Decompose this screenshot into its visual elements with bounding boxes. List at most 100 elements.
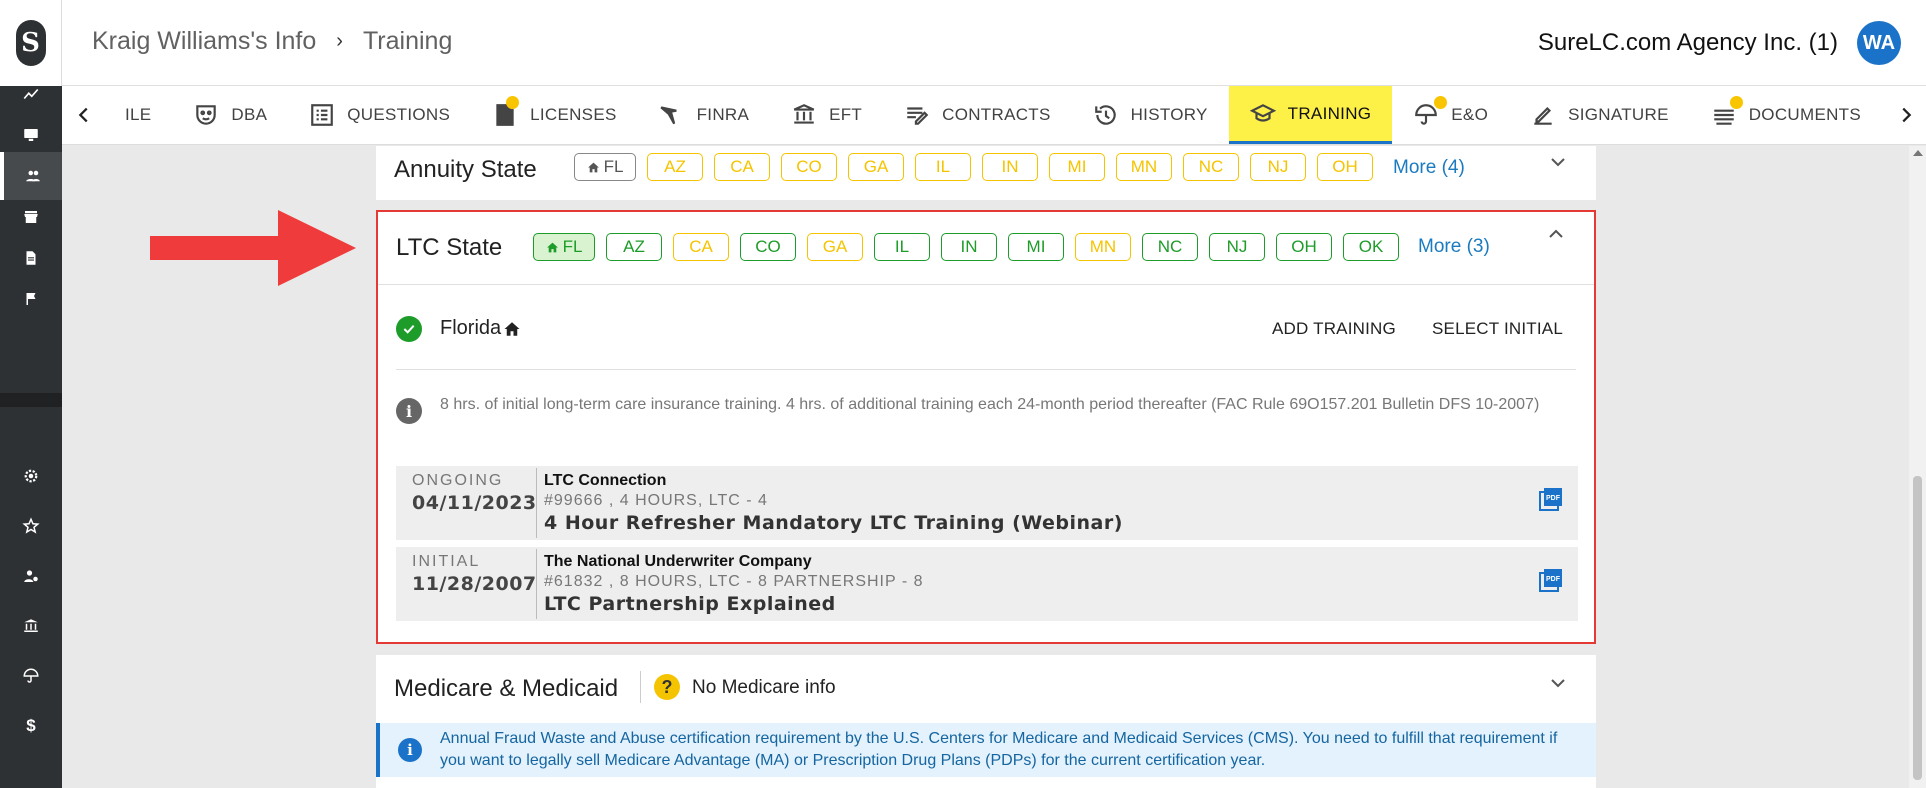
tab-training[interactable]: TRAINING [1228,86,1393,144]
training-row[interactable]: ONGOING 04/11/2023 LTC Connection #99666… [396,466,1578,540]
chevron-down-icon [1551,679,1565,688]
state-chip[interactable]: NC [1183,153,1239,181]
history-icon [1094,105,1116,125]
dollar-icon: $ [26,716,36,735]
state-chip[interactable]: CA [673,233,729,261]
edit-lines-icon [907,107,929,125]
tab-eft[interactable]: EFT [770,86,883,144]
scroll-up-icon[interactable] [1913,150,1923,156]
state-chip[interactable]: OH [1276,233,1332,261]
expand-button[interactable] [1550,675,1566,688]
state-chip[interactable]: MI [1008,233,1064,261]
expand-button[interactable] [1550,154,1566,167]
tab-scroll-right-button[interactable] [1886,86,1926,144]
tab-questions[interactable]: QUESTIONS [288,86,471,144]
state-chip[interactable]: CO [740,233,796,261]
rail-bank[interactable] [0,602,62,650]
state-chip[interactable]: NC [1142,233,1198,261]
chevron-right-icon [1902,107,1912,123]
ltc-more-link[interactable]: More (3) [1418,236,1490,258]
pen-icon [1534,106,1552,125]
state-chip[interactable]: CO [781,153,837,181]
tab-scroll-left-button[interactable] [64,86,104,144]
tab-documents[interactable]: DOCUMENTS [1690,86,1882,144]
mask-icon [196,105,217,125]
monitor-icon [24,129,38,141]
home-icon [504,321,520,336]
state-chip-home[interactable]: FL [574,153,636,181]
course-title: 4 Hour Refresher Mandatory LTC Training … [544,512,1123,534]
rail-umbrella[interactable] [0,652,62,700]
breadcrumb: Kraig Williams's Info › Training [92,27,452,56]
gear-icon [24,469,38,483]
tab-e-and-o[interactable]: E&O [1392,86,1509,144]
analytics-icon [23,88,39,100]
tab-profile[interactable]: ILE [107,86,172,144]
collapse-button[interactable] [1548,226,1564,238]
breadcrumb-chevron-icon: › [336,30,343,52]
state-chip[interactable]: OK [1343,233,1399,261]
tab-label: TRAINING [1287,103,1372,123]
store-icon [24,211,38,223]
scroll-thumb[interactable] [1913,476,1922,780]
rail-flag[interactable] [0,275,62,323]
state-chip[interactable]: MI [1049,153,1105,181]
state-chip-home[interactable]: FL [533,233,595,261]
state-chip[interactable]: MN [1116,153,1172,181]
training-row[interactable]: INITIAL 11/28/2007 The National Underwri… [396,547,1578,621]
tab-label: E&O [1451,105,1489,124]
state-chip[interactable]: NJ [1250,153,1306,181]
state-chip[interactable]: GA [807,233,863,261]
user-gear-icon [24,570,38,582]
state-chip[interactable]: IN [982,153,1038,181]
tab-finra[interactable]: FINRA [638,86,771,144]
tab-label: CONTRACTS [942,105,1051,124]
select-initial-button[interactable]: SELECT INITIAL [1432,319,1563,339]
training-status: INITIAL [412,553,481,570]
tab-licenses[interactable]: LICENSES [471,86,638,144]
tab-dba[interactable]: DBA [172,86,288,144]
flag-icon [26,293,36,305]
chip-label: FL [562,237,583,256]
question-icon: ? [654,674,680,700]
tab-strip: ILE DBA QUESTIONS LICENSES FINRA EFT CON… [107,86,1926,144]
state-chip[interactable]: AZ [647,153,703,181]
rail-commissions[interactable]: $ [0,702,62,750]
divider [378,284,1594,285]
agency-name[interactable]: SureLC.com Agency Inc. (1) [1538,29,1838,57]
document-icon [26,251,36,265]
rail-settings[interactable] [0,452,62,500]
training-meta: #99666 , 4 HOURS, LTC - 4 [544,492,768,509]
chevron-left-icon [78,107,88,123]
home-icon [546,242,558,252]
rail-user-settings[interactable] [0,552,62,600]
tab-history[interactable]: HISTORY [1072,86,1229,144]
state-chip[interactable]: NJ [1209,233,1265,261]
state-chip[interactable]: GA [848,153,904,181]
banner-text: Annual Fraud Waste and Abuse certificati… [440,730,1558,769]
state-chip[interactable]: IN [941,233,997,261]
state-chip[interactable]: MN [1075,233,1131,261]
scrollbar[interactable] [1909,146,1926,788]
pdf-icon[interactable]: PDF [1538,567,1564,593]
tab-signature[interactable]: SIGNATURE [1509,86,1690,144]
title-divider [640,671,641,703]
rail-star[interactable] [0,502,62,550]
breadcrumb-parent[interactable]: Kraig Williams's Info [92,27,316,56]
tab-contracts[interactable]: CONTRACTS [883,86,1071,144]
training-status: ONGOING [412,472,504,489]
pdf-icon[interactable]: PDF [1538,486,1564,512]
state-chip[interactable]: OH [1317,153,1373,181]
state-heading: Florida [440,317,521,340]
state-chip[interactable]: AZ [606,233,662,261]
add-training-button[interactable]: ADD TRAINING [1272,319,1396,339]
avatar[interactable]: WA [1857,21,1901,65]
state-chip[interactable]: IL [915,153,971,181]
tab-label: EFT [829,105,863,124]
training-date: 04/11/2023 [412,492,537,514]
info-icon: i [396,398,422,424]
notification-dot [1729,96,1743,109]
annuity-more-link[interactable]: More (4) [1393,157,1465,179]
state-chip[interactable]: IL [874,233,930,261]
state-chip[interactable]: CA [714,153,770,181]
